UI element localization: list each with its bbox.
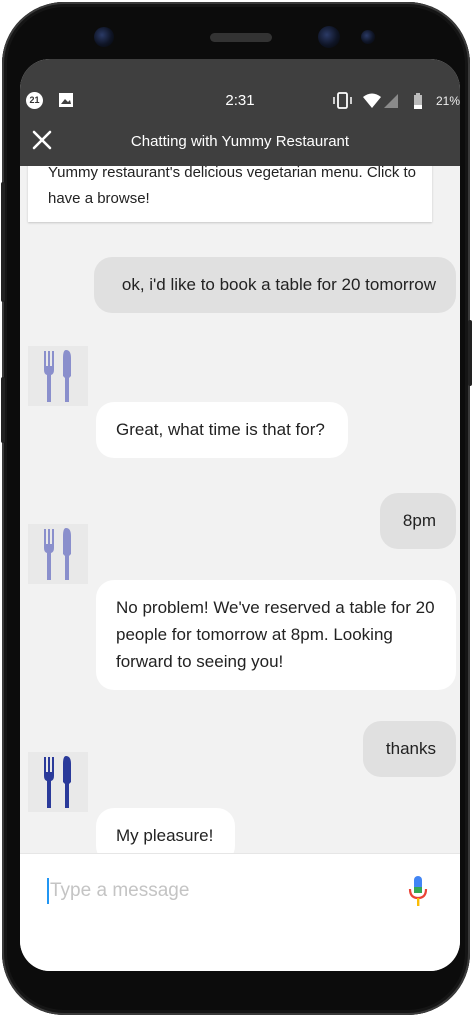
- message-text: thanks: [385, 739, 436, 758]
- power-button: [468, 320, 472, 386]
- vibrate-icon: [333, 92, 352, 109]
- screen: 21 2:31 21% Chatting with Yummy Restaura…: [20, 59, 460, 971]
- message-text: My pleasure!: [116, 826, 214, 845]
- cutlery-icon: [44, 756, 71, 808]
- text-cursor: [47, 878, 49, 904]
- bot-avatar: [28, 524, 88, 584]
- battery-percent: 21%: [436, 94, 460, 108]
- battery-icon: [414, 93, 422, 109]
- bot-message: My pleasure!: [96, 808, 235, 853]
- message-text: No problem! We've reserved a table for 2…: [116, 598, 435, 671]
- volume-button: [1, 182, 5, 302]
- message-composer: [20, 853, 460, 971]
- bot-avatar: [28, 752, 88, 812]
- microphone-icon[interactable]: [406, 874, 430, 908]
- menu-card[interactable]: Yummy restaurant's delicious vegetarian …: [28, 166, 432, 222]
- bot-avatar: [28, 346, 88, 406]
- phone-frame: 21 2:31 21% Chatting with Yummy Restaura…: [1, 2, 472, 1015]
- message-text: ok, i'd like to book a table for 20 tomo…: [121, 275, 436, 294]
- chat-header: Chatting with Yummy Restaurant: [20, 114, 460, 166]
- sensor-dot: [94, 27, 114, 47]
- bot-message: No problem! We've reserved a table for 2…: [96, 580, 456, 690]
- iris-sensor: [361, 30, 375, 44]
- message-input[interactable]: [50, 876, 400, 906]
- bixby-button: [1, 377, 5, 443]
- signal-icon: [384, 94, 398, 108]
- cutlery-icon: [44, 528, 71, 580]
- chat-messages[interactable]: Yummy restaurant's delicious vegetarian …: [20, 166, 460, 853]
- status-bar: 21 2:31 21%: [20, 59, 460, 114]
- user-message: 8pm: [380, 493, 456, 549]
- status-icons: [333, 92, 422, 109]
- close-icon[interactable]: [28, 126, 56, 154]
- menu-card-text: Yummy restaurant's delicious vegetarian …: [48, 166, 417, 207]
- front-camera: [318, 26, 340, 48]
- bot-message: Great, what time is that for?: [96, 402, 348, 458]
- chat-title: Chatting with Yummy Restaurant: [130, 133, 350, 150]
- cutlery-icon: [44, 350, 71, 402]
- user-message: ok, i'd like to book a table for 20 tomo…: [94, 257, 456, 313]
- earpiece-speaker: [210, 33, 272, 42]
- message-text: Great, what time is that for?: [116, 420, 325, 439]
- message-text: 8pm: [402, 511, 436, 530]
- user-message: thanks: [363, 721, 456, 777]
- wifi-icon: [363, 93, 381, 108]
